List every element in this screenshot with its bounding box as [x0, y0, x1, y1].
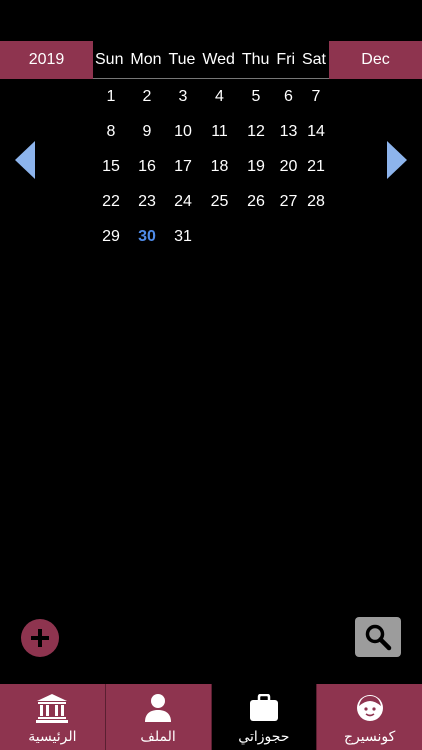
day-cell[interactable]: 17: [165, 149, 201, 184]
tab-bookings[interactable]: حجوزاتي: [211, 684, 318, 750]
day-cell[interactable]: 29: [93, 219, 129, 254]
add-button[interactable]: [21, 619, 59, 657]
day-cell[interactable]: 7: [303, 79, 329, 114]
bank-icon: [36, 692, 69, 724]
weekday-wed: Wed: [202, 50, 235, 68]
day-cell[interactable]: 18: [201, 149, 238, 184]
day-grid: 1 2 3 4 5 6 7 8 9 10 11 12 13 14 15 16 17 18 19 20 21 22 23 24 2…: [93, 79, 329, 254]
weekday-mon: Mon: [130, 50, 162, 68]
calendar-header: 2019 Sun Mon Tue Wed Thu Fri Sat Dec: [0, 41, 422, 79]
tab-concierge[interactable]: كونسيرج: [317, 684, 422, 750]
weekday-sat: Sat: [301, 50, 326, 68]
tab-profile[interactable]: الملف: [105, 684, 212, 750]
day-cell[interactable]: 14: [303, 114, 329, 149]
day-cell[interactable]: 23: [129, 184, 165, 219]
weekday-thu: Thu: [241, 50, 270, 68]
concierge-icon: [354, 692, 386, 724]
day-cell[interactable]: 11: [201, 114, 238, 149]
month-label[interactable]: Dec: [329, 51, 422, 69]
tab-bookings-label: حجوزاتي: [238, 728, 290, 744]
day-cell[interactable]: 2: [129, 79, 165, 114]
person-icon: [142, 692, 174, 724]
day-cell[interactable]: 3: [165, 79, 201, 114]
day-cell[interactable]: 13: [274, 114, 303, 149]
day-cell[interactable]: 1: [93, 79, 129, 114]
day-cell[interactable]: 19: [238, 149, 274, 184]
tab-concierge-label: كونسيرج: [343, 728, 396, 744]
right-arrow-icon: [387, 141, 407, 179]
weekday-tue: Tue: [168, 50, 196, 68]
day-cell[interactable]: 16: [129, 149, 165, 184]
search-button[interactable]: [355, 617, 401, 657]
left-arrow-icon: [15, 141, 35, 179]
day-cell[interactable]: 20: [274, 149, 303, 184]
screen: 2019 Sun Mon Tue Wed Thu Fri Sat Dec 123…: [0, 0, 422, 750]
day-cell[interactable]: 25: [201, 184, 238, 219]
plus-icon: [31, 629, 49, 647]
day-cell[interactable]: 24: [165, 184, 201, 219]
tab-profile-label: الملف: [140, 728, 176, 744]
search-icon: [365, 624, 392, 651]
day-cell[interactable]: 28: [303, 184, 329, 219]
year-label[interactable]: 2019: [0, 51, 93, 69]
day-cell[interactable]: 4: [201, 79, 238, 114]
prev-month-button[interactable]: [14, 140, 36, 180]
day-cell[interactable]: 21: [303, 149, 329, 184]
next-month-button[interactable]: [386, 140, 408, 180]
day-cell[interactable]: 10: [165, 114, 201, 149]
day-cell[interactable]: 12: [238, 114, 274, 149]
day-cell[interactable]: 9: [129, 114, 165, 149]
day-cell[interactable]: 22: [93, 184, 129, 219]
day-cell[interactable]: 6: [274, 79, 303, 114]
briefcase-icon: [248, 692, 280, 724]
day-cell[interactable]: 31: [165, 219, 201, 254]
tab-home-label: الرئيسية: [28, 728, 77, 744]
weekday-sun: Sun: [95, 50, 124, 68]
day-cell[interactable]: 5: [238, 79, 274, 114]
weekday-row: Sun Mon Tue Wed Thu Fri Sat: [93, 41, 329, 79]
day-cell[interactable]: 8: [93, 114, 129, 149]
day-cell-today[interactable]: 30: [129, 219, 165, 254]
weekday-fri: Fri: [276, 50, 296, 68]
day-cell[interactable]: 26: [238, 184, 274, 219]
day-cell[interactable]: 15: [93, 149, 129, 184]
tab-home[interactable]: الرئيسية: [0, 684, 106, 750]
tab-bar: الرئيسية الملف حجوزاتي كونسيرج: [0, 684, 422, 750]
day-cell[interactable]: 27: [274, 184, 303, 219]
